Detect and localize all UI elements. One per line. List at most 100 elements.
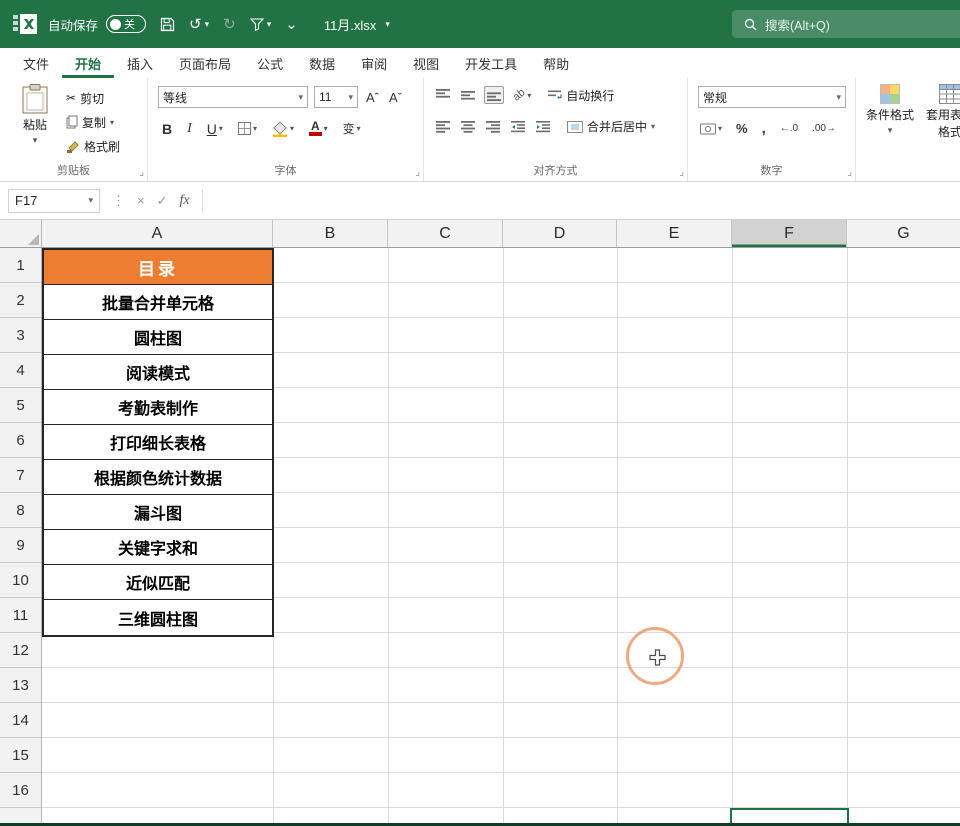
document-title[interactable]: 11月.xlsx ▾: [324, 15, 390, 34]
clipboard-dialog-launcher[interactable]: ⌟: [139, 167, 144, 178]
alignment-dialog-launcher[interactable]: ⌟: [679, 167, 684, 178]
insert-function-icon[interactable]: fx: [180, 193, 190, 209]
column-header-a[interactable]: A: [42, 220, 273, 247]
align-middle-button[interactable]: [459, 87, 477, 103]
row-header-2[interactable]: 2: [0, 283, 41, 318]
tab-review[interactable]: 审阅: [348, 48, 400, 78]
paste-button[interactable]: 粘贴 ▾: [12, 84, 58, 146]
number-dialog-launcher[interactable]: ⌟: [847, 167, 852, 178]
tab-formulas[interactable]: 公式: [244, 48, 296, 78]
copy-button[interactable]: 复制 ▾: [66, 112, 114, 132]
align-center-button[interactable]: [459, 119, 477, 135]
table-item-cell[interactable]: 圆柱图: [44, 320, 272, 355]
row-header-1[interactable]: 1: [0, 248, 41, 283]
tab-insert[interactable]: 插入: [114, 48, 166, 78]
wrap-text-button[interactable]: 自动换行: [548, 87, 614, 104]
filter-icon[interactable]: [250, 18, 264, 31]
row-header-12[interactable]: 12: [0, 633, 41, 668]
increase-decimal-button[interactable]: ←.0: [778, 121, 800, 136]
row-header-5[interactable]: 5: [0, 388, 41, 423]
excel-logo-icon[interactable]: [12, 12, 38, 36]
select-all-corner[interactable]: [0, 220, 42, 247]
column-header-c[interactable]: C: [388, 220, 503, 247]
borders-button[interactable]: ▾: [236, 120, 259, 137]
bold-button[interactable]: B: [160, 119, 174, 139]
column-header-d[interactable]: D: [503, 220, 617, 247]
format-as-table-button[interactable]: 套用表格格式: [922, 84, 960, 140]
tab-home[interactable]: 开始: [62, 48, 114, 78]
column-header-g[interactable]: G: [847, 220, 960, 247]
column-header-b[interactable]: B: [273, 220, 388, 247]
table-item-cell[interactable]: 漏斗图: [44, 495, 272, 530]
align-bottom-button[interactable]: [484, 86, 504, 104]
decrease-indent-button[interactable]: [509, 119, 527, 135]
cut-button[interactable]: ✂ 剪切: [66, 88, 104, 108]
row-header-13[interactable]: 13: [0, 668, 41, 703]
formula-input[interactable]: [202, 189, 960, 213]
row-header-6[interactable]: 6: [0, 423, 41, 458]
row-header-14[interactable]: 14: [0, 703, 41, 738]
row-header-4[interactable]: 4: [0, 353, 41, 388]
table-item-cell[interactable]: 近似匹配: [44, 565, 272, 600]
font-family-select[interactable]: 等线 ▾: [158, 86, 308, 108]
column-header-e[interactable]: E: [617, 220, 732, 247]
tab-developer[interactable]: 开发工具: [452, 48, 530, 78]
search-box[interactable]: 搜索(Alt+Q): [732, 10, 960, 38]
italic-button[interactable]: I: [185, 119, 194, 139]
table-item-cell[interactable]: 批量合并单元格: [44, 285, 272, 320]
table-item-cell[interactable]: 打印细长表格: [44, 425, 272, 460]
conditional-formatting-button[interactable]: 条件格式 ▾: [864, 84, 916, 136]
name-box[interactable]: F17 ▾: [8, 189, 100, 213]
font-color-button[interactable]: A ▾: [307, 119, 330, 138]
row-header-16[interactable]: 16: [0, 773, 41, 808]
undo-dropdown-icon[interactable]: ▾: [205, 19, 210, 30]
align-left-button[interactable]: [434, 119, 452, 135]
tab-data[interactable]: 数据: [296, 48, 348, 78]
table-item-cell[interactable]: 关键字求和: [44, 530, 272, 565]
row-header-10[interactable]: 10: [0, 563, 41, 598]
active-cell-f17[interactable]: [730, 808, 849, 823]
align-top-button[interactable]: [434, 87, 452, 103]
orientation-button[interactable]: ab ▾: [511, 87, 533, 103]
quick-access-more-icon[interactable]: ⌄: [285, 17, 298, 32]
font-dialog-launcher[interactable]: ⌟: [415, 167, 420, 178]
row-header-17-partial[interactable]: [0, 808, 41, 823]
decrease-decimal-button[interactable]: .00→: [810, 121, 838, 136]
cancel-entry-icon[interactable]: ×: [137, 193, 145, 208]
table-item-cell[interactable]: 考勤表制作: [44, 390, 272, 425]
table-item-cell[interactable]: 阅读模式: [44, 355, 272, 390]
row-header-11[interactable]: 11: [0, 598, 41, 633]
tab-page-layout[interactable]: 页面布局: [166, 48, 244, 78]
increase-font-size-button[interactable]: Aˆ: [364, 88, 381, 107]
tab-view[interactable]: 视图: [400, 48, 452, 78]
row-header-15[interactable]: 15: [0, 738, 41, 773]
merge-center-button[interactable]: 合并后居中 ▾: [567, 118, 655, 135]
comma-style-button[interactable]: ,: [760, 118, 768, 139]
number-format-select[interactable]: 常规 ▾: [698, 86, 846, 108]
autosave-toggle[interactable]: 关: [106, 15, 146, 33]
formula-bar-handle-icon[interactable]: ⋮: [112, 193, 125, 209]
percent-style-button[interactable]: %: [734, 119, 750, 138]
table-title-cell[interactable]: 目录: [44, 250, 272, 285]
phonetic-guide-button[interactable]: 变 ▾: [341, 118, 363, 139]
fill-color-button[interactable]: ▾: [270, 119, 296, 139]
format-painter-button[interactable]: 格式刷: [66, 136, 120, 156]
align-right-button[interactable]: [484, 119, 502, 135]
row-header-7[interactable]: 7: [0, 458, 41, 493]
table-item-cell[interactable]: 三维圆柱图: [44, 600, 272, 635]
font-size-select[interactable]: 11 ▾: [314, 86, 358, 108]
tab-file[interactable]: 文件: [10, 48, 62, 78]
undo-icon[interactable]: ↺: [189, 17, 202, 32]
decrease-font-size-button[interactable]: Aˇ: [387, 88, 404, 107]
column-header-f[interactable]: F: [732, 220, 847, 247]
row-header-8[interactable]: 8: [0, 493, 41, 528]
redo-icon[interactable]: ↻: [223, 17, 236, 32]
row-header-9[interactable]: 9: [0, 528, 41, 563]
accounting-format-button[interactable]: ▾: [698, 121, 724, 137]
filter-dropdown-icon[interactable]: ▾: [267, 19, 272, 30]
save-icon[interactable]: [160, 17, 175, 32]
confirm-entry-icon[interactable]: ✓: [157, 193, 168, 209]
underline-button[interactable]: U ▾: [205, 119, 225, 139]
increase-indent-button[interactable]: [534, 119, 552, 135]
row-header-3[interactable]: 3: [0, 318, 41, 353]
